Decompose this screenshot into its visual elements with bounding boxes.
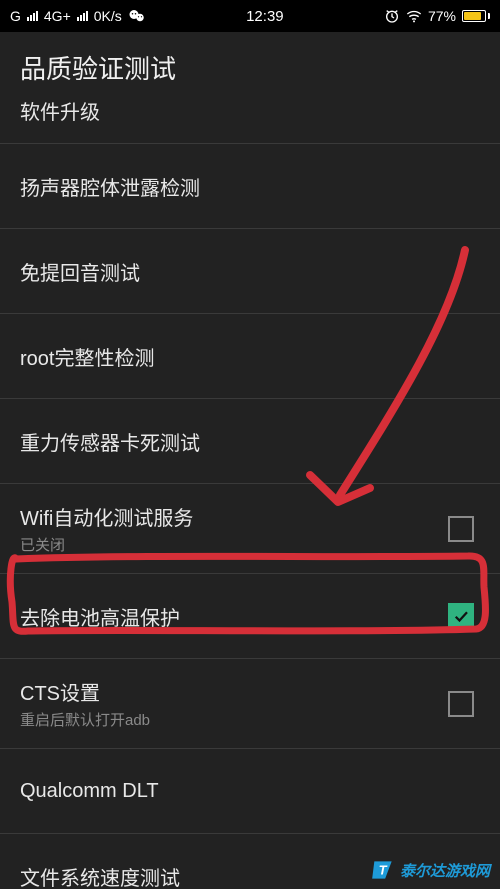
wifi-icon bbox=[406, 8, 422, 24]
item-title: 文件系统速度测试 bbox=[20, 862, 180, 889]
status-bar: G 4G+ 0K/s 12:39 77% bbox=[0, 0, 500, 32]
wechat-icon bbox=[128, 7, 146, 25]
watermark-text: 泰尔达游戏网 bbox=[400, 860, 490, 881]
item-title: 重力传感器卡死测试 bbox=[20, 427, 200, 456]
settings-list: 软件升级 扬声器腔体泄露检测 免提回音测试 root完整性检测 重力传感器卡死测… bbox=[0, 102, 500, 889]
page-header: 品质验证测试 bbox=[0, 32, 500, 102]
battery-pct: 77% bbox=[428, 8, 456, 24]
battery-icon bbox=[462, 10, 490, 22]
list-item-wifi-auto[interactable]: Wifi自动化测试服务 已关闭 bbox=[0, 484, 500, 574]
item-title: 去除电池高温保护 bbox=[20, 602, 180, 631]
status-left: G 4G+ 0K/s bbox=[10, 7, 146, 25]
status-right: 77% bbox=[384, 8, 490, 24]
list-item-gravity-sensor[interactable]: 重力传感器卡死测试 bbox=[0, 399, 500, 484]
watermark-logo-icon: T bbox=[370, 857, 396, 883]
list-item-root-check[interactable]: root完整性检测 bbox=[0, 314, 500, 399]
signal-icon bbox=[27, 11, 38, 21]
item-title: CTS设置 bbox=[20, 677, 150, 706]
carrier-label: G bbox=[10, 8, 21, 24]
svg-text:T: T bbox=[379, 862, 388, 877]
item-title: 软件升级 bbox=[20, 102, 100, 125]
item-title: root完整性检测 bbox=[20, 342, 154, 371]
list-item-echo-test[interactable]: 免提回音测试 bbox=[0, 229, 500, 314]
list-item-speaker-leak[interactable]: 扬声器腔体泄露检测 bbox=[0, 144, 500, 229]
checkbox-battery-protect[interactable] bbox=[448, 603, 474, 629]
item-title: Wifi自动化测试服务 bbox=[20, 502, 193, 531]
item-title: Qualcomm DLT bbox=[20, 780, 159, 803]
speed-label: 0K/s bbox=[94, 8, 122, 24]
item-title: 免提回音测试 bbox=[20, 257, 140, 286]
checkmark-icon bbox=[452, 607, 470, 625]
signal-icon-2 bbox=[77, 11, 88, 21]
watermark: T 泰尔达游戏网 bbox=[370, 857, 490, 883]
item-sub: 重启后默认打开adb bbox=[20, 709, 150, 730]
checkbox-wifi-auto[interactable] bbox=[448, 516, 474, 542]
list-item-software-upgrade[interactable]: 软件升级 bbox=[0, 102, 500, 144]
item-title: 扬声器腔体泄露检测 bbox=[20, 172, 200, 201]
list-item-battery-protect[interactable]: 去除电池高温保护 bbox=[0, 574, 500, 659]
alarm-icon bbox=[384, 8, 400, 24]
page-title: 品质验证测试 bbox=[20, 49, 176, 86]
network-label: 4G+ bbox=[44, 8, 71, 24]
list-item-qualcomm-dlt[interactable]: Qualcomm DLT bbox=[0, 749, 500, 834]
list-item-cts[interactable]: CTS设置 重启后默认打开adb bbox=[0, 659, 500, 749]
status-time: 12:39 bbox=[246, 8, 284, 25]
checkbox-cts[interactable] bbox=[448, 691, 474, 717]
item-sub: 已关闭 bbox=[20, 534, 193, 555]
